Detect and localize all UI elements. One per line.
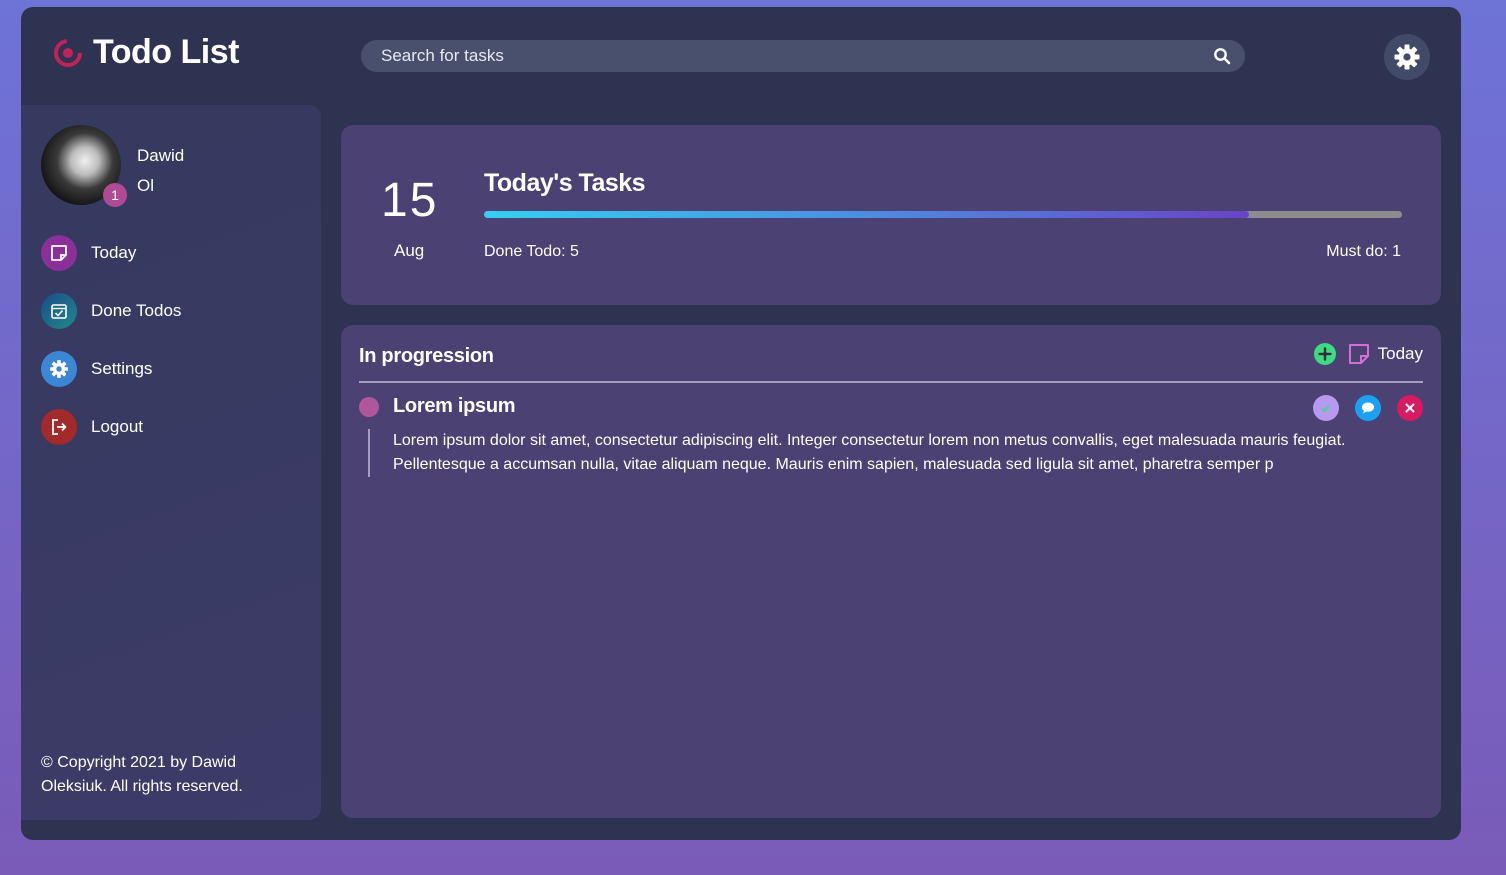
profile: 1 Dawid Ol bbox=[41, 125, 184, 207]
task-description: Lorem ipsum dolor sit amet, consectetur … bbox=[368, 429, 1418, 477]
search-icon[interactable] bbox=[1213, 47, 1231, 65]
top-bar: Todo List bbox=[21, 7, 1461, 105]
check-list-icon bbox=[41, 293, 77, 329]
logo-icon bbox=[54, 38, 82, 67]
todays-tasks-title: Today's Tasks bbox=[484, 169, 646, 197]
add-task-button[interactable] bbox=[1313, 343, 1336, 365]
complete-task-button[interactable] bbox=[1313, 395, 1339, 421]
task-status-dot bbox=[359, 397, 379, 417]
sidebar-item-label: Done Todos bbox=[91, 301, 182, 320]
task-title: Lorem ipsum bbox=[393, 395, 516, 417]
sidebar-item-label: Today bbox=[91, 243, 137, 262]
check-icon bbox=[1321, 404, 1331, 413]
brand: Todo List bbox=[53, 33, 239, 72]
sticky-note-icon bbox=[41, 235, 77, 271]
sidebar: 1 Dawid Ol Today Done Todos Settings Log… bbox=[21, 105, 321, 820]
profile-last-name: Ol bbox=[137, 176, 154, 195]
search-bar[interactable] bbox=[361, 40, 1245, 72]
copyright-text: © Copyright 2021 by Dawid Oleksiuk. All … bbox=[41, 754, 243, 795]
section-actions: Today bbox=[1313, 343, 1423, 365]
comment-icon bbox=[1362, 402, 1374, 414]
sidebar-item-today[interactable]: Today bbox=[41, 235, 181, 271]
logout-icon bbox=[41, 409, 77, 445]
date-day: 15 bbox=[381, 174, 439, 227]
sidebar-item-label: Logout bbox=[91, 417, 143, 436]
tasks-progress-bar bbox=[484, 211, 1402, 218]
gear-icon bbox=[41, 351, 77, 387]
sidebar-item-settings[interactable]: Settings bbox=[41, 351, 181, 387]
profile-name: Dawid Ol bbox=[137, 141, 184, 205]
done-todo-count: Done Todo: 5 bbox=[484, 243, 579, 260]
filter-today-label[interactable]: Today bbox=[1378, 344, 1423, 364]
profile-first-name: Dawid bbox=[137, 146, 185, 165]
sidebar-item-logout[interactable]: Logout bbox=[41, 409, 181, 445]
must-do-count: Must do: 1 bbox=[1326, 243, 1401, 260]
search-input[interactable] bbox=[381, 46, 1213, 66]
tasks-progress-fill bbox=[484, 211, 1249, 218]
settings-button[interactable] bbox=[1384, 34, 1430, 80]
section-divider bbox=[359, 381, 1423, 383]
date-month: Aug bbox=[394, 241, 425, 260]
app-title: Todo List bbox=[93, 33, 239, 71]
sticky-note-icon bbox=[1348, 344, 1369, 364]
notification-badge[interactable]: 1 bbox=[103, 183, 127, 207]
in-progression-card: In progression Today Lorem ipsum Lorem i… bbox=[341, 325, 1441, 818]
sidebar-item-label: Settings bbox=[91, 359, 153, 378]
gear-icon bbox=[1394, 44, 1420, 70]
today-summary-card: 15 Aug Today's Tasks Done Todo: 5 Must d… bbox=[341, 125, 1441, 305]
sidebar-item-done-todos[interactable]: Done Todos bbox=[41, 293, 181, 329]
app-window: Todo List Search for tasks 1 Dawid Ol To… bbox=[21, 7, 1461, 840]
section-title: In progression bbox=[359, 345, 494, 367]
task-actions bbox=[1297, 395, 1423, 421]
delete-task-button[interactable] bbox=[1397, 395, 1423, 421]
close-icon bbox=[1405, 403, 1415, 413]
avatar[interactable]: 1 bbox=[41, 125, 127, 207]
comment-task-button[interactable] bbox=[1355, 395, 1381, 421]
sidebar-nav: Today Done Todos Settings Logout bbox=[41, 235, 181, 467]
